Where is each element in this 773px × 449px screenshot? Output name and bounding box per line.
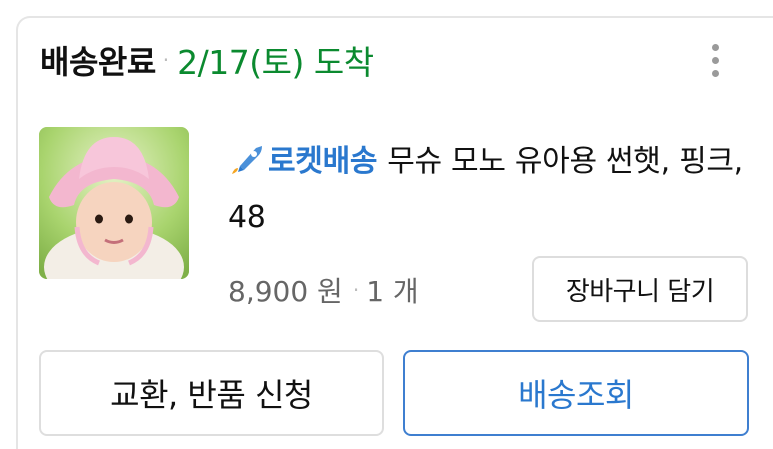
status-separator: · [162,48,170,72]
product-quantity: 1 개 [366,275,419,308]
more-vertical-icon [711,43,719,51]
add-to-cart-button[interactable]: 장바구니 담기 [532,256,748,322]
more-vertical-icon-dot [711,56,719,64]
track-delivery-button[interactable]: 배송조회 [403,350,749,436]
more-menu-button[interactable] [700,38,730,82]
arrival-date: 2/17(토) 도착 [177,43,374,82]
baby-sun-hat-photo-icon [39,127,189,279]
more-vertical-icon-dot [711,69,719,77]
product-price: 8,900 원 [228,275,343,308]
delivery-status-label: 배송완료 [40,43,156,81]
product-title[interactable]: 로켓배송 무슈 모노 유아용 썬햇, 핑크, 48 [228,134,748,246]
exchange-return-button[interactable]: 교환, 반품 신청 [39,350,384,436]
rocket-icon [232,146,262,174]
product-image[interactable] [39,127,189,279]
rocket-delivery-badge: 로켓배송 [268,144,378,179]
price-quantity-row: 8,900 원 · 1 개 [228,268,419,312]
delivery-status-row: 배송완료 · 2/17(토) 도착 [40,38,374,82]
price-separator: · [352,278,360,302]
